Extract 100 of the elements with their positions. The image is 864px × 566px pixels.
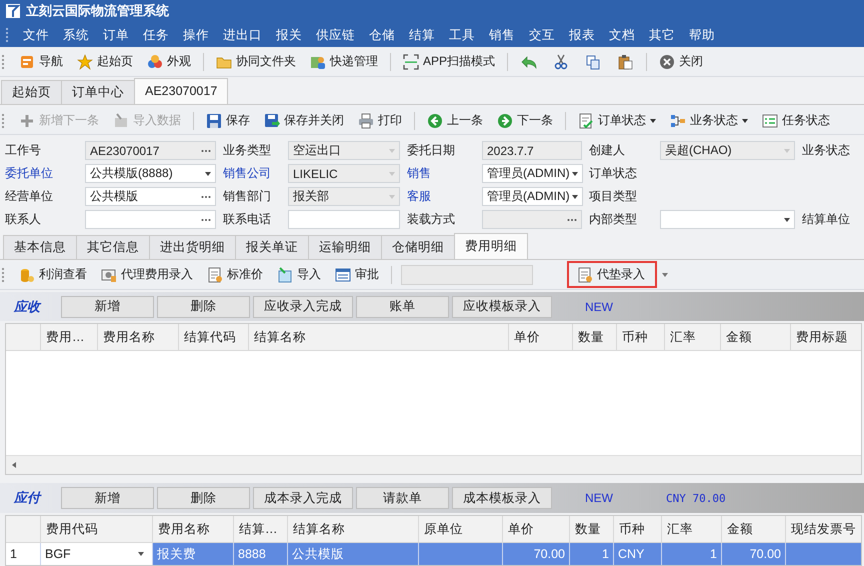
- section-tab[interactable]: 基本信息: [3, 235, 77, 260]
- menu-item[interactable]: 工具: [442, 26, 482, 44]
- action-button[interactable]: 新增: [61, 487, 154, 510]
- toolbar-button[interactable]: 起始页: [70, 50, 140, 74]
- menu-item[interactable]: 帮助: [682, 26, 722, 44]
- table-row[interactable]: 1 BGF 报关费 8888 公共模版 70.00 1 CNY 1 70.00: [6, 543, 861, 565]
- column-header[interactable]: 数量: [578, 328, 604, 346]
- field-link[interactable]: 委托单位: [5, 165, 53, 182]
- input-field[interactable]: [660, 210, 795, 230]
- menu-item[interactable]: 文件: [16, 26, 56, 44]
- section-tab[interactable]: 报关单证: [235, 235, 309, 260]
- document-tab[interactable]: AE23070017: [134, 78, 228, 104]
- column-header[interactable]: 现结发票号: [791, 520, 856, 538]
- toolbar-button[interactable]: APP扫描模式: [396, 50, 502, 74]
- column-header[interactable]: 费用代码: [46, 520, 98, 538]
- toolbar-button[interactable]: 业务状态: [663, 109, 755, 132]
- toolbar-button[interactable]: 代理费用录入: [94, 263, 200, 286]
- field-link[interactable]: 销售: [407, 165, 431, 182]
- column-header[interactable]: 结算名称: [293, 520, 345, 538]
- section-tab[interactable]: 其它信息: [76, 235, 150, 260]
- action-button[interactable]: 删除: [157, 296, 250, 318]
- toolbar-button[interactable]: 关闭: [652, 50, 710, 74]
- clipboard-icon: [617, 54, 634, 70]
- menu-item[interactable]: 交互: [522, 26, 562, 44]
- toolbar-button[interactable]: 利润查看: [12, 263, 94, 286]
- action-button[interactable]: 账单: [356, 296, 449, 318]
- plus-icon: [19, 112, 35, 129]
- column-header[interactable]: 数量: [575, 520, 601, 538]
- toolbar-button[interactable]: 上一条: [420, 109, 490, 132]
- input-field[interactable]: 管理员(ADMIN): [482, 164, 583, 184]
- toolbar-button[interactable]: 标准价: [200, 263, 270, 286]
- menu-item[interactable]: 其它: [642, 26, 682, 44]
- action-button[interactable]: 请款单: [356, 487, 449, 510]
- ellipsis-icon: [567, 218, 577, 222]
- menu-item[interactable]: 报表: [562, 26, 602, 44]
- menu-item[interactable]: 操作: [176, 26, 216, 44]
- column-header[interactable]: 币种: [619, 520, 645, 538]
- column-header[interactable]: 费用名称: [158, 520, 210, 538]
- toolbar-button[interactable]: 协同文件夹: [209, 50, 303, 74]
- scroll-left-icon[interactable]: [12, 462, 16, 468]
- column-header[interactable]: 金额: [727, 520, 753, 538]
- menu-item[interactable]: 销售: [482, 26, 522, 44]
- toolbar-button[interactable]: 代垫录入: [567, 261, 657, 288]
- document-tab[interactable]: 订单中心: [61, 80, 135, 104]
- section-tab[interactable]: 运输明细: [308, 235, 382, 260]
- toolbar-button[interactable]: 快递管理: [303, 50, 385, 74]
- section-tab[interactable]: 仓储明细: [381, 235, 455, 260]
- menu-item[interactable]: 报关: [269, 26, 309, 44]
- column-header[interactable]: 费用标题: [796, 328, 848, 346]
- input-field[interactable]: 管理员(ADMIN): [482, 187, 583, 206]
- menu-item[interactable]: 供应链: [309, 26, 362, 44]
- toolbar-button[interactable]: 导航: [12, 50, 70, 74]
- column-header[interactable]: 汇率: [670, 328, 696, 346]
- column-header[interactable]: 结算代码: [184, 328, 236, 346]
- input-field[interactable]: 公共模版: [85, 187, 216, 206]
- menu-item[interactable]: 结算: [402, 26, 442, 44]
- column-header[interactable]: 汇率: [667, 520, 693, 538]
- toolbar-button[interactable]: 打印: [351, 109, 409, 132]
- checklist-icon: [578, 112, 594, 129]
- column-header[interactable]: 单价: [514, 328, 540, 346]
- toolbar-button[interactable]: 保存并关闭: [257, 109, 351, 132]
- toolbar-button[interactable]: 保存: [199, 109, 257, 132]
- column-header[interactable]: 结算…: [239, 520, 278, 538]
- close-icon: [659, 54, 676, 70]
- toolbar-button[interactable]: 外观: [140, 50, 198, 74]
- column-header[interactable]: 费用名称: [103, 328, 155, 346]
- action-button[interactable]: 成本模板录入: [452, 487, 552, 510]
- action-button[interactable]: 新增: [61, 296, 154, 318]
- menu-item[interactable]: 订单: [96, 26, 136, 44]
- menu-item[interactable]: 任务: [136, 26, 176, 44]
- menu-item[interactable]: 进出口: [216, 26, 269, 44]
- column-header[interactable]: 币种: [622, 328, 648, 346]
- row-number: 1: [10, 547, 17, 561]
- panel-icon: [19, 54, 35, 70]
- column-header[interactable]: 金额: [726, 328, 752, 346]
- toolbar-button[interactable]: 审批: [328, 263, 386, 286]
- section-tab[interactable]: 费用明细: [454, 233, 528, 260]
- toolbar-button[interactable]: 下一条: [490, 109, 560, 132]
- input-field[interactable]: [288, 210, 400, 230]
- dropdown-field[interactable]: BGF: [41, 543, 152, 565]
- toolbar-button[interactable]: 导入: [270, 263, 328, 286]
- column-header[interactable]: 原单位: [424, 520, 463, 538]
- document-tab[interactable]: 起始页: [1, 80, 62, 104]
- input-field[interactable]: 公共模版(8888): [85, 164, 216, 184]
- column-header[interactable]: 结算名称: [254, 328, 306, 346]
- action-button[interactable]: 应收录入完成: [253, 296, 353, 318]
- input-field[interactable]: [85, 210, 216, 230]
- action-button[interactable]: 删除: [157, 487, 250, 510]
- menu-item[interactable]: 文档: [602, 26, 642, 44]
- menu-item[interactable]: 仓储: [362, 26, 402, 44]
- column-header[interactable]: 单价: [508, 520, 534, 538]
- toolbar-button[interactable]: 任务状态: [755, 109, 837, 132]
- search-field[interactable]: [401, 264, 533, 285]
- toolbar-button[interactable]: 订单状态: [571, 109, 663, 132]
- section-tab[interactable]: 进出货明细: [149, 235, 236, 260]
- menu-item[interactable]: 系统: [56, 26, 96, 44]
- action-button[interactable]: 成本录入完成: [253, 487, 353, 510]
- field-link[interactable]: 客服: [407, 188, 431, 206]
- action-button[interactable]: 应收模板录入: [452, 296, 552, 318]
- column-header[interactable]: 费用…: [46, 328, 84, 346]
